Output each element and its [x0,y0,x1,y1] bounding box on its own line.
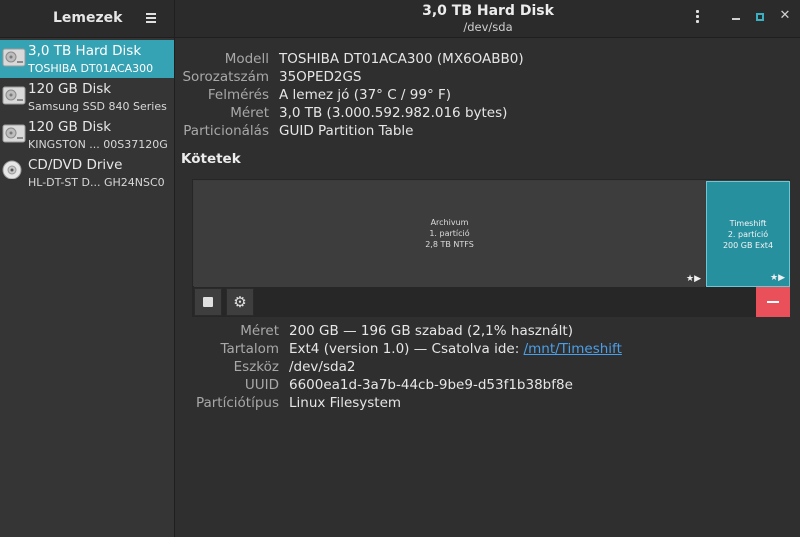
disk-name: CD/DVD Drive [28,157,123,173]
disk-model: KINGSTON ... 00S37120G [28,138,168,151]
prop-row-serial: Sorozatszám 35OPED2GS [176,69,800,87]
detail-label: Méret [240,323,279,339]
prop-row-assessment: Felmérés A lemez jó (37° C / 99° F) [176,87,800,105]
mount-point-link[interactable]: /mnt/Timeshift [524,341,622,357]
window-title: 3,0 TB Hard Disk [422,3,554,19]
disk-item[interactable]: 120 GB Disk KINGSTON ... 00S37120G [0,116,174,154]
prop-value: 3,0 TB (3.000.592.982.016 bytes) [279,105,508,121]
prop-label: Particionálás [183,123,269,139]
volume-toolbar: ⚙ [192,287,790,317]
mount-status-icon: ★▶ [686,274,701,284]
volume-label: Archivum 1. partíció 2,8 TB NTFS [194,217,705,250]
volume-part: 2. partíció [727,230,769,239]
detail-value: /dev/sda2 [289,359,356,375]
delete-partition-button[interactable] [756,287,790,317]
prop-row-partitioning: Particionálás GUID Partition Table [176,123,800,141]
disk-details-panel: Modell TOSHIBA DT01ACA300 (MX6OABB0) Sor… [176,39,800,537]
contents-text: Ext4 (version 1.0) — Csatolva ide: [289,341,524,357]
disk-name: 120 GB Disk [28,119,112,135]
detail-label: Eszköz [233,359,279,375]
disk-item[interactable]: CD/DVD Drive HL-DT-ST D... GH24NSC0 [0,154,174,192]
detail-value: Linux Filesystem [289,395,402,411]
detail-value: 6600ea1d-3a7b-44cb-9be9-d53f1b38bf8e [289,377,573,393]
detail-row-contents: Tartalom Ext4 (version 1.0) — Csatolva i… [176,341,800,359]
volume-info: 2,8 TB NTFS [425,240,474,249]
settings-button[interactable]: ⚙ [226,288,254,316]
prop-label: Sorozatszám [182,69,269,85]
prop-value: TOSHIBA DT01ACA300 (MX6OABB0) [279,51,524,67]
volume-info: 200 GB Ext4 [722,241,774,250]
detail-label: Tartalom [220,341,279,357]
disk-name: 120 GB Disk [28,81,112,97]
detail-row-device: Eszköz /dev/sda2 [176,359,800,377]
minus-icon [767,301,779,303]
detail-value: Ext4 (version 1.0) — Csatolva ide: /mnt/… [289,341,622,357]
detail-label: Partíciótípus [195,395,279,411]
volume-part: 1. partíció [429,229,470,238]
detail-value: 200 GB — 196 GB szabad (2,1% használt) [289,323,573,339]
window-subtitle: /dev/sda [463,20,513,34]
maximize-icon[interactable] [756,13,764,21]
sidebar-header: Lemezek [0,0,175,38]
close-icon[interactable]: ✕ [778,9,792,23]
disk-model: TOSHIBA DT01ACA300 [28,62,154,75]
volumes-title: Kötetek [181,151,241,167]
prop-label: Méret [230,105,269,121]
prop-value: 35OPED2GS [279,69,362,85]
disk-list: 3,0 TB Hard Disk TOSHIBA DT01ACA300 120 … [0,38,175,537]
disk-item[interactable]: 3,0 TB Hard Disk TOSHIBA DT01ACA300 [0,40,174,78]
volumes-map: Archivum 1. partíció 2,8 TB NTFS ★▶ Time… [192,179,790,287]
detail-row-size: Méret 200 GB — 196 GB szabad (2,1% haszn… [176,323,800,341]
disk-name: 3,0 TB Hard Disk [28,43,142,59]
hard-disk-icon [2,86,26,105]
volume-name: Timeshift [729,219,767,228]
sidebar-title: Lemezek [53,10,123,26]
hard-disk-icon [2,124,26,143]
header-center: 3,0 TB Hard Disk /dev/sda [176,0,800,38]
prop-label: Felmérés [207,87,269,103]
stop-icon [203,297,213,307]
volume-label: Timeshift 2. partíció 200 GB Ext4 [707,218,789,251]
disk-model: HL-DT-ST D... GH24NSC0 [28,176,165,189]
header-bar: Lemezek 3,0 TB Hard Disk /dev/sda ✕ [0,0,800,38]
volume-name: Archivum [430,218,469,227]
hard-disk-icon [2,48,26,67]
prop-row-size: Méret 3,0 TB (3.000.592.982.016 bytes) [176,105,800,123]
volume-partition[interactable]: Archivum 1. partíció 2,8 TB NTFS ★▶ [194,181,705,287]
disk-model: Samsung SSD 840 Series [28,100,167,113]
prop-value: GUID Partition Table [279,123,414,139]
prop-label: Modell [224,51,269,67]
prop-row-model: Modell TOSHIBA DT01ACA300 (MX6OABB0) [176,51,800,69]
more-options-icon[interactable] [696,10,700,26]
detail-label: UUID [244,377,279,393]
volume-partition[interactable]: Timeshift 2. partíció 200 GB Ext4 ★▶ [706,181,790,287]
gear-icon: ⚙ [233,293,247,311]
disk-item[interactable]: 120 GB Disk Samsung SSD 840 Series [0,78,174,116]
detail-row-uuid: UUID 6600ea1d-3a7b-44cb-9be9-d53f1b38bf8… [176,377,800,395]
minimize-icon[interactable] [732,18,740,20]
prop-value: A lemez jó (37° C / 99° F) [279,87,452,103]
unmount-button[interactable] [194,288,222,316]
optical-disc-icon [2,160,22,179]
mount-status-icon: ★▶ [770,273,785,283]
detail-row-partition-type: Partíciótípus Linux Filesystem [176,395,800,413]
hamburger-menu-icon[interactable] [146,11,157,25]
